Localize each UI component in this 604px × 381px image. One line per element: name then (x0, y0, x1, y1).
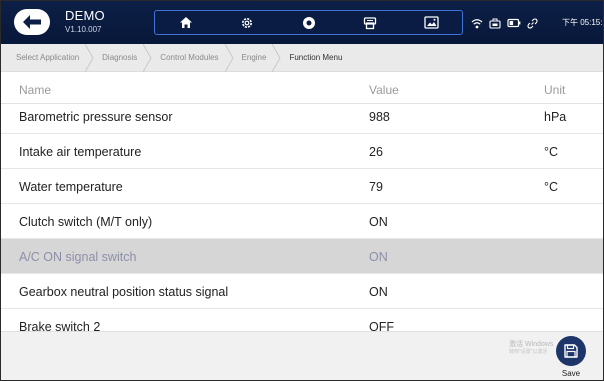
row-name: Barometric pressure sensor (19, 110, 173, 124)
row-name: Brake switch 2 (19, 320, 101, 331)
table-header: Name Value Unit (1, 72, 603, 104)
wifi-icon (471, 18, 483, 28)
link-icon (527, 17, 538, 29)
column-header-value: Value (369, 83, 399, 97)
table-row[interactable]: Clutch switch (M/T only) ON (1, 204, 603, 239)
save-button-label[interactable]: Save (553, 369, 589, 378)
row-value: OFF (369, 320, 394, 331)
column-header-unit: Unit (544, 83, 566, 97)
breadcrumb-diagnosis[interactable]: Diagnosis (102, 53, 137, 62)
windows-watermark-subtext: 转到"设置"以激活 (509, 349, 548, 355)
back-button[interactable] (14, 9, 50, 35)
device-icon (489, 18, 501, 29)
app-version: V1.10.007 (65, 25, 102, 34)
column-header-name: Name (19, 83, 52, 97)
print-button[interactable] (339, 11, 400, 34)
record-icon (302, 16, 315, 29)
row-name: A/C ON signal switch (19, 250, 137, 264)
footer-toolbar: 激活 Windows 转到"设置"以激活 Save (1, 331, 603, 380)
save-icon (564, 344, 578, 358)
row-name: Gearbox neutral position status signal (19, 285, 229, 299)
row-unit: °C (544, 180, 559, 194)
home-button[interactable] (155, 11, 216, 34)
settings-button[interactable] (216, 11, 277, 34)
breadcrumb-separator-icon (224, 43, 234, 72)
row-value: ON (369, 285, 388, 299)
screenshot-icon (424, 16, 439, 29)
clock: 下午 05:15:25 (562, 18, 603, 27)
row-name: Intake air temperature (19, 145, 142, 159)
breadcrumb: Select Application Diagnosis Control Mod… (1, 43, 603, 72)
row-name: Clutch switch (M/T only) (19, 215, 153, 229)
table-row[interactable]: Brake switch 2 OFF (1, 309, 603, 331)
table-row[interactable]: Gearbox neutral position status signal O… (1, 274, 603, 309)
battery-icon (507, 18, 521, 28)
record-button[interactable] (278, 11, 339, 34)
top-bar: DEMO V1.10.007 下午 05:15: (1, 1, 603, 44)
breadcrumb-engine[interactable]: Engine (242, 53, 267, 62)
breadcrumb-function-menu: Function Menu (289, 53, 343, 62)
row-value: ON (369, 250, 388, 264)
breadcrumb-control-modules[interactable]: Control Modules (160, 53, 218, 62)
breadcrumb-select-application[interactable]: Select Application (16, 53, 79, 62)
home-icon (179, 17, 192, 28)
toolbar-nav (154, 10, 463, 35)
settings-icon (242, 17, 253, 28)
row-name: Water temperature (19, 180, 123, 194)
table-row[interactable]: Intake air temperature 26 °C (1, 134, 603, 169)
status-icons (471, 14, 538, 32)
save-button[interactable] (556, 336, 586, 366)
table-row-selected[interactable]: A/C ON signal switch ON (1, 239, 603, 274)
row-unit: hPa (544, 110, 567, 124)
row-value: ON (369, 215, 388, 229)
row-value: 26 (369, 145, 383, 159)
print-icon (363, 16, 377, 29)
data-stream-list[interactable]: Barometric pressure sensor 988 hPa Intak… (1, 104, 603, 331)
breadcrumb-separator-icon (143, 43, 152, 72)
table-row[interactable]: Water temperature 79 °C (1, 169, 603, 204)
app-name: DEMO (65, 8, 105, 23)
screenshot-button[interactable] (401, 11, 462, 34)
app-window: DEMO V1.10.007 下午 05:15: Select Applicat… (0, 0, 604, 381)
breadcrumb-separator-icon (272, 43, 282, 72)
row-value: 988 (369, 110, 390, 124)
row-value: 79 (369, 180, 383, 194)
back-arrow-icon (23, 15, 41, 29)
table-row[interactable]: Barometric pressure sensor 988 hPa (1, 104, 603, 134)
row-unit: °C (544, 145, 559, 159)
breadcrumb-separator-icon (85, 43, 94, 72)
